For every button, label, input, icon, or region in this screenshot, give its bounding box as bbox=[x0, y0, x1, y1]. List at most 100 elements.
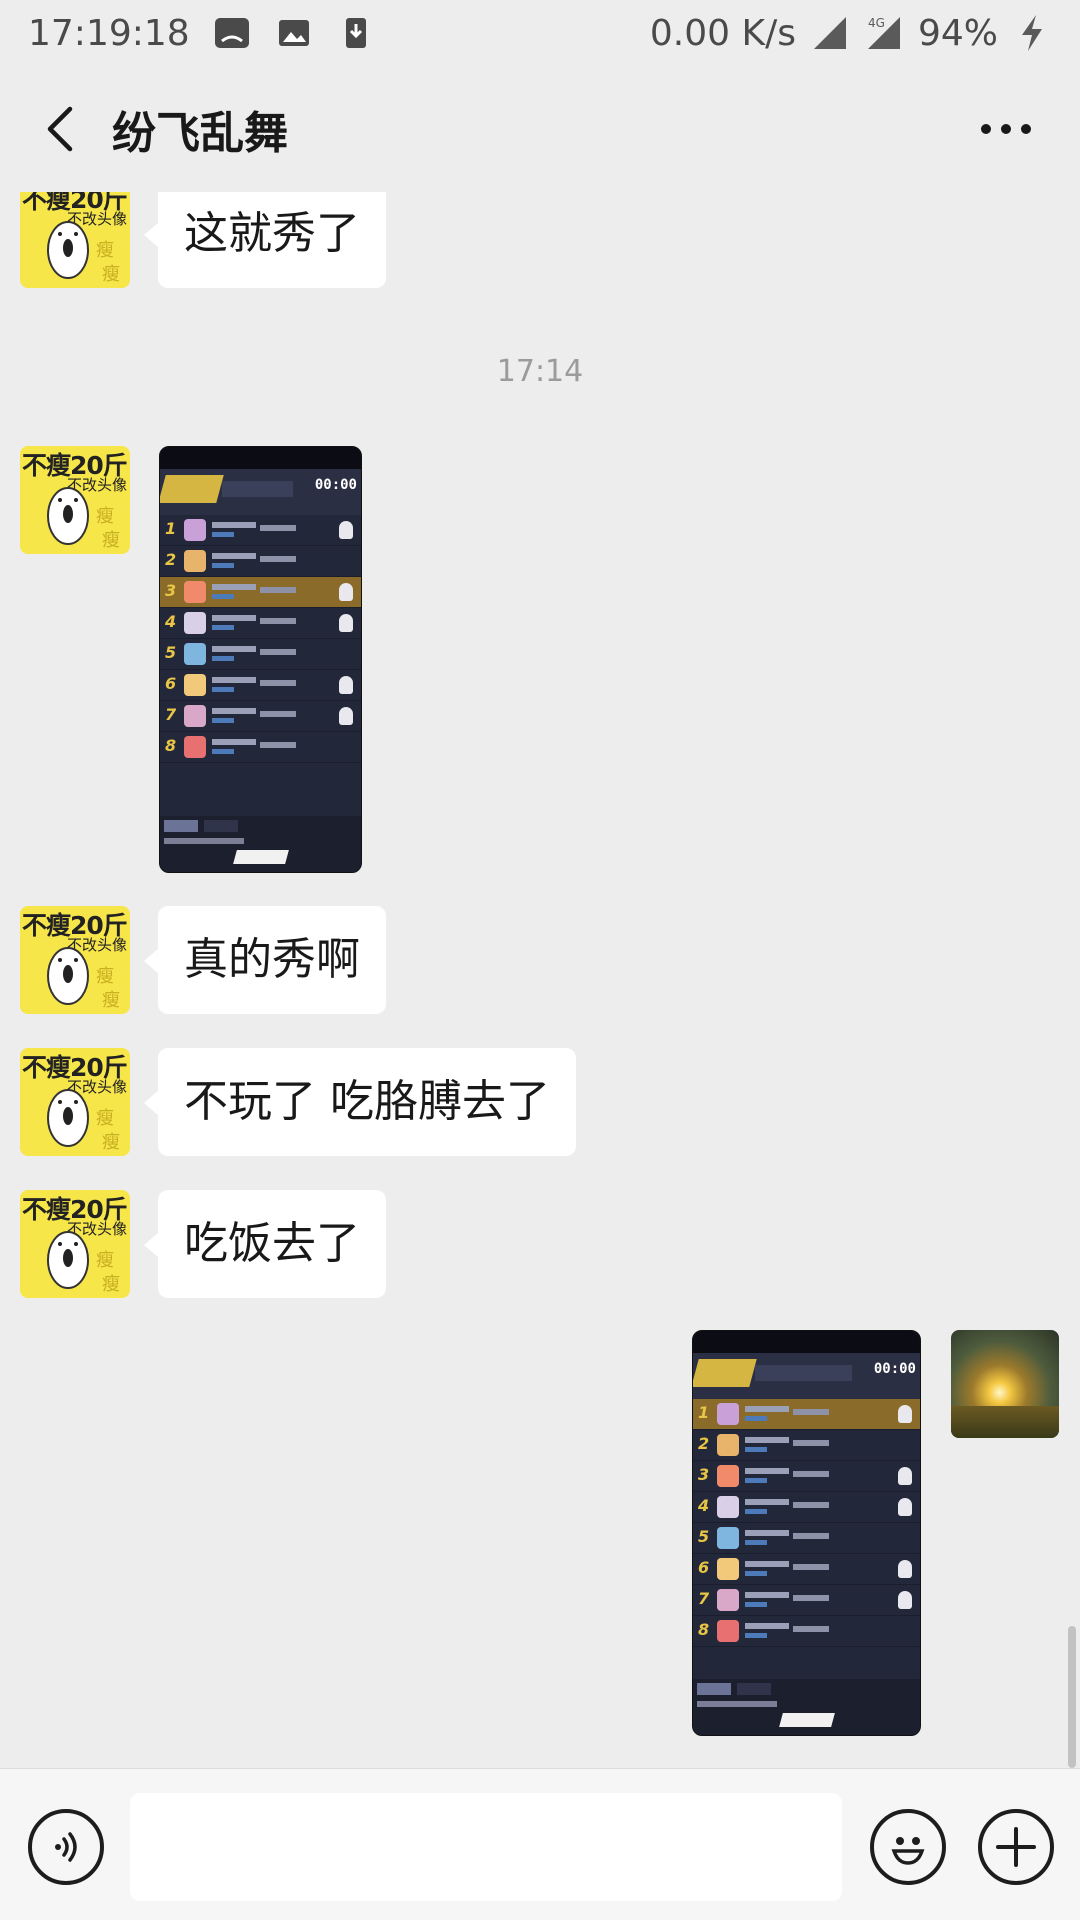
player-avatar bbox=[717, 1403, 739, 1425]
chevron-left-icon bbox=[47, 106, 73, 152]
player-stats bbox=[260, 680, 296, 686]
more-button[interactable] bbox=[976, 99, 1036, 159]
back-button[interactable] bbox=[30, 99, 90, 159]
ranking-row: 5 bbox=[693, 1523, 920, 1554]
status-time: 17:19:18 bbox=[28, 12, 190, 54]
chat-screen: 17:19:18 0.00 K/s 4G 94% 纷飞乱舞 不瘦20斤 不改头像… bbox=[0, 0, 1080, 1920]
add-friend-icon bbox=[898, 1467, 912, 1485]
battery-percent: 94% bbox=[917, 12, 998, 54]
contact-avatar[interactable]: 不瘦20斤 不改头像 瘦 瘦 bbox=[20, 1048, 130, 1156]
contact-avatar[interactable]: 不瘦20斤 不改头像 瘦 瘦 bbox=[20, 1190, 130, 1298]
message-bubble[interactable]: 吃饭去了 bbox=[144, 1190, 386, 1298]
ranking-row: 2 bbox=[160, 546, 361, 577]
player-avatar bbox=[717, 1558, 739, 1580]
message-list[interactable]: 不瘦20斤 不改头像 瘦 瘦 这就秀了 17:14 不瘦20斤 不改头像 瘦 瘦 bbox=[0, 192, 1080, 1768]
network-speed: 0.00 K/s bbox=[649, 12, 796, 54]
contact-avatar[interactable]: 不瘦20斤 不改头像 瘦 瘦 bbox=[20, 192, 130, 288]
player-stats bbox=[260, 711, 296, 717]
contact-avatar[interactable]: 不瘦20斤 不改头像 瘦 瘦 bbox=[20, 446, 130, 554]
ranking-row: 4 bbox=[693, 1492, 920, 1523]
contact-avatar[interactable]: 不瘦20斤 不改头像 瘦 瘦 bbox=[20, 906, 130, 1014]
player-tier bbox=[212, 563, 234, 568]
player-tier bbox=[212, 532, 234, 537]
rank-number: 1 bbox=[165, 519, 177, 538]
player-name bbox=[212, 553, 256, 559]
player-tier bbox=[745, 1447, 767, 1452]
player-avatar bbox=[184, 705, 206, 727]
player-name bbox=[212, 584, 256, 590]
player-stats bbox=[793, 1409, 829, 1415]
player-tier bbox=[212, 749, 234, 754]
player-name bbox=[745, 1406, 789, 1412]
rank-number: 6 bbox=[165, 674, 177, 693]
add-friend-icon bbox=[339, 707, 353, 725]
notification-app-icon bbox=[214, 18, 249, 48]
player-avatar bbox=[184, 736, 206, 758]
signal-icon bbox=[813, 17, 846, 49]
player-tier bbox=[745, 1509, 767, 1514]
chat-title: 纷飞乱舞 bbox=[112, 108, 288, 159]
player-tier bbox=[745, 1478, 767, 1483]
player-avatar bbox=[184, 612, 206, 634]
player-stats bbox=[260, 525, 296, 531]
image-message[interactable]: 00:00 1 2 3 4 5 6 7 8 bbox=[692, 1330, 921, 1736]
player-stats bbox=[793, 1626, 829, 1632]
signal-4g-icon: 4G bbox=[867, 16, 900, 49]
player-tier bbox=[212, 625, 234, 630]
player-tier bbox=[212, 718, 234, 723]
player-avatar bbox=[184, 674, 206, 696]
player-name bbox=[745, 1623, 789, 1629]
rank-number: 2 bbox=[698, 1434, 710, 1453]
player-avatar bbox=[184, 519, 206, 541]
player-avatar bbox=[717, 1589, 739, 1611]
player-name bbox=[212, 522, 256, 528]
player-name bbox=[212, 739, 256, 745]
game-timer: 00:00 bbox=[873, 1361, 916, 1377]
rank-number: 4 bbox=[165, 612, 177, 631]
rank-number: 6 bbox=[698, 1558, 710, 1577]
ranking-row: 7 bbox=[693, 1585, 920, 1616]
scrollbar[interactable] bbox=[1068, 1626, 1076, 1768]
ranking-row: 6 bbox=[160, 670, 361, 701]
rank-number: 4 bbox=[698, 1496, 710, 1515]
player-stats bbox=[793, 1595, 829, 1601]
ranking-list: 1 2 3 4 5 6 7 8 bbox=[160, 515, 361, 763]
message-bubble[interactable]: 不玩了 吃胳膊去了 bbox=[144, 1048, 576, 1156]
rank-badge bbox=[693, 1359, 757, 1387]
player-avatar bbox=[717, 1434, 739, 1456]
add-friend-icon bbox=[339, 583, 353, 601]
rank-number: 5 bbox=[698, 1527, 710, 1546]
add-friend-icon bbox=[339, 614, 353, 632]
ranking-row: 7 bbox=[160, 701, 361, 732]
rank-number: 3 bbox=[698, 1465, 710, 1484]
add-friend-icon bbox=[898, 1560, 912, 1578]
voice-button[interactable] bbox=[28, 1809, 104, 1885]
message-bubble[interactable]: 真的秀啊 bbox=[144, 906, 386, 1014]
player-tier bbox=[212, 656, 234, 661]
player-tier bbox=[745, 1416, 767, 1421]
add-friend-icon bbox=[339, 521, 353, 539]
my-avatar[interactable] bbox=[951, 1330, 1059, 1438]
player-tier bbox=[212, 687, 234, 692]
player-avatar bbox=[717, 1620, 739, 1642]
player-name bbox=[745, 1468, 789, 1474]
player-name bbox=[212, 708, 256, 714]
player-name bbox=[745, 1499, 789, 1505]
image-message[interactable]: 00:00 1 2 3 4 5 6 7 8 bbox=[159, 446, 362, 873]
download-icon bbox=[345, 18, 366, 48]
ranking-list: 1 2 3 4 5 6 7 8 bbox=[693, 1399, 920, 1647]
emoji-button[interactable] bbox=[870, 1809, 946, 1885]
ranking-row: 8 bbox=[693, 1616, 920, 1647]
player-avatar bbox=[184, 643, 206, 665]
player-tier bbox=[212, 594, 234, 599]
player-name bbox=[212, 615, 256, 621]
add-button[interactable] bbox=[978, 1809, 1054, 1885]
player-stats bbox=[260, 556, 296, 562]
message-bubble[interactable]: 这就秀了 bbox=[144, 192, 386, 288]
svg-text:4G: 4G bbox=[868, 16, 885, 30]
message-input[interactable] bbox=[130, 1793, 842, 1901]
rank-number: 3 bbox=[165, 581, 177, 600]
player-name bbox=[745, 1592, 789, 1598]
ranking-row: 1 bbox=[693, 1399, 920, 1430]
ranking-row: 8 bbox=[160, 732, 361, 763]
